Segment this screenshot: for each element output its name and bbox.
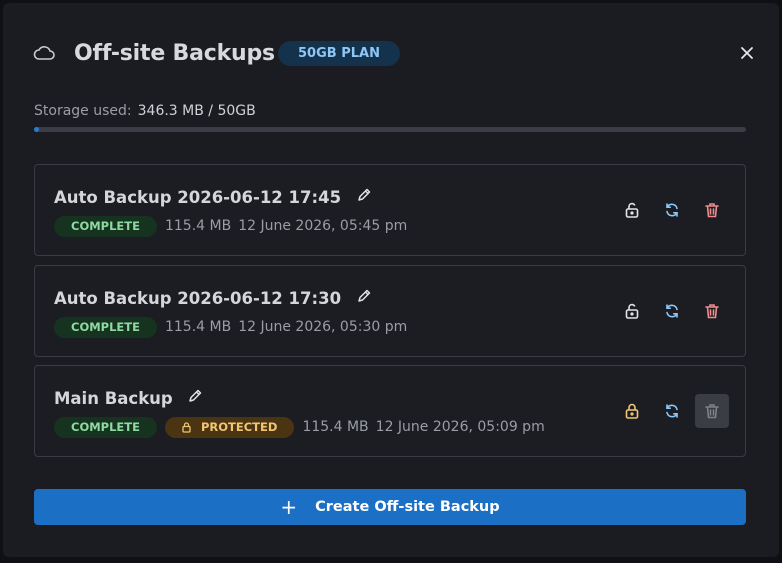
status-badge: COMPLETE [54,316,157,338]
backup-name: Auto Backup 2026-06-12 17:30 [54,289,342,308]
restore-button[interactable] [655,193,689,227]
backup-actions [609,193,729,227]
plus-icon: + [280,495,298,519]
plan-badge: 50GB PLAN [278,41,400,66]
backup-item: Main Backup COMPLETE PROTECTED 115.4 MB … [34,365,746,457]
restore-button[interactable] [655,294,689,328]
storage-progress-fill [34,127,39,132]
backup-meta: COMPLETE 115.4 MB 12 June 2026, 05:30 pm [54,316,407,338]
lock-toggle-button[interactable] [615,193,649,227]
backup-item: Auto Backup 2026-06-12 17:30 COMPLETE 11… [34,265,746,357]
unlock-icon [625,202,639,218]
backup-date: 12 June 2026, 05:30 pm [238,319,408,335]
backup-date: 12 June 2026, 05:45 pm [238,218,408,234]
create-backup-button[interactable]: + Create Off-site Backup [34,489,746,525]
refresh-icon [666,304,678,318]
delete-button[interactable] [695,193,729,227]
edit-icon[interactable] [188,389,202,403]
backups-modal: Off-site Backups 50GB PLAN Storage used:… [3,3,779,557]
backup-name-row: Main Backup [54,388,202,410]
trash-icon [705,304,719,319]
backup-name: Main Backup [54,389,173,408]
create-backup-label: Create Off-site Backup [315,499,500,515]
backup-name-row: Auto Backup 2026-06-12 17:30 [54,288,371,310]
lock-toggle-button[interactable] [615,394,649,428]
restore-button[interactable] [655,394,689,428]
backup-size: 115.4 MB [302,419,369,435]
lock-toggle-button[interactable] [615,294,649,328]
backup-actions [609,394,729,428]
modal-header: Off-site Backups 50GB PLAN [33,39,753,71]
cloud-icon [33,46,55,60]
delete-button-disabled [695,394,729,428]
delete-button[interactable] [695,294,729,328]
storage-label: Storage used: [34,103,132,119]
status-badge: COMPLETE [54,416,157,438]
backup-actions [609,294,729,328]
lock-icon [182,421,191,433]
backup-item: Auto Backup 2026-06-12 17:45 COMPLETE 11… [34,164,746,256]
modal-title: Off-site Backups [74,41,275,66]
status-badge: COMPLETE [54,215,157,237]
storage-summary: Storage used: 346.3 MB / 50GB [34,103,256,119]
refresh-icon [666,203,678,217]
edit-icon[interactable] [357,188,371,202]
trash-icon [705,404,719,419]
backup-date: 12 June 2026, 05:09 pm [375,419,545,435]
backup-size: 115.4 MB [164,218,232,234]
lock-icon [625,403,639,419]
unlock-icon [625,303,639,319]
protected-badge: PROTECTED [164,416,295,438]
edit-icon[interactable] [357,289,371,303]
close-icon[interactable] [739,45,755,61]
storage-progress-bar [34,127,746,132]
trash-icon [705,203,719,218]
backup-meta: COMPLETE 115.4 MB 12 June 2026, 05:45 pm [54,215,407,237]
refresh-icon [666,404,678,418]
backup-name-row: Auto Backup 2026-06-12 17:45 [54,187,371,209]
storage-value: 346.3 MB / 50GB [137,103,256,119]
protected-label: PROTECTED [200,419,278,434]
backup-size: 115.4 MB [164,319,232,335]
backup-name: Auto Backup 2026-06-12 17:45 [54,188,342,207]
backup-meta: COMPLETE PROTECTED 115.4 MB 12 June 2026… [54,416,545,438]
